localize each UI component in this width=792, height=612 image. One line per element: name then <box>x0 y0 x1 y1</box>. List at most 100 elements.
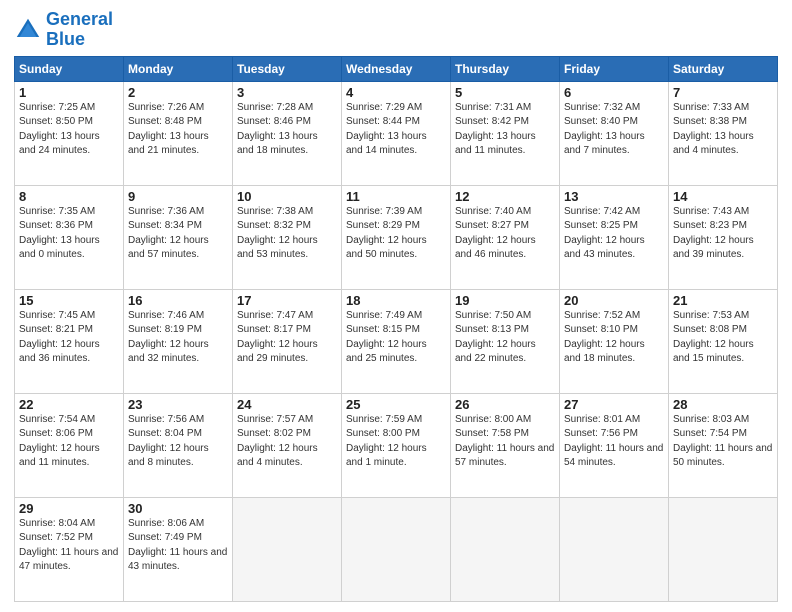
header-saturday: Saturday <box>669 56 778 81</box>
day-number: 7 <box>673 85 773 100</box>
logo-icon <box>14 16 42 44</box>
day-info: Sunrise: 7:38 AMSunset: 8:32 PMDaylight:… <box>237 205 337 263</box>
calendar-cell: 3 Sunrise: 7:28 AMSunset: 8:46 PMDayligh… <box>233 81 342 185</box>
calendar-cell: 9 Sunrise: 7:36 AMSunset: 8:34 PMDayligh… <box>124 185 233 289</box>
day-info: Sunrise: 7:50 AMSunset: 8:13 PMDaylight:… <box>455 309 555 367</box>
day-number: 2 <box>128 85 228 100</box>
day-info: Sunrise: 7:32 AMSunset: 8:40 PMDaylight:… <box>564 101 664 159</box>
day-info: Sunrise: 7:49 AMSunset: 8:15 PMDaylight:… <box>346 309 446 367</box>
day-number: 16 <box>128 293 228 308</box>
day-number: 30 <box>128 501 228 516</box>
calendar-cell: 30 Sunrise: 8:06 AMSunset: 7:49 PMDaylig… <box>124 497 233 601</box>
day-number: 27 <box>564 397 664 412</box>
day-info: Sunrise: 7:47 AMSunset: 8:17 PMDaylight:… <box>237 309 337 367</box>
day-info: Sunrise: 7:52 AMSunset: 8:10 PMDaylight:… <box>564 309 664 367</box>
day-info: Sunrise: 7:42 AMSunset: 8:25 PMDaylight:… <box>564 205 664 263</box>
logo: General Blue <box>14 10 113 50</box>
day-info: Sunrise: 7:28 AMSunset: 8:46 PMDaylight:… <box>237 101 337 159</box>
calendar-cell: 26 Sunrise: 8:00 AMSunset: 7:58 PMDaylig… <box>451 393 560 497</box>
calendar-table: SundayMondayTuesdayWednesdayThursdayFrid… <box>14 56 778 602</box>
header-monday: Monday <box>124 56 233 81</box>
calendar-cell: 27 Sunrise: 8:01 AMSunset: 7:56 PMDaylig… <box>560 393 669 497</box>
calendar-cell: 4 Sunrise: 7:29 AMSunset: 8:44 PMDayligh… <box>342 81 451 185</box>
day-info: Sunrise: 7:33 AMSunset: 8:38 PMDaylight:… <box>673 101 773 159</box>
day-info: Sunrise: 7:45 AMSunset: 8:21 PMDaylight:… <box>19 309 119 367</box>
calendar-cell: 25 Sunrise: 7:59 AMSunset: 8:00 PMDaylig… <box>342 393 451 497</box>
calendar-cell: 5 Sunrise: 7:31 AMSunset: 8:42 PMDayligh… <box>451 81 560 185</box>
day-info: Sunrise: 7:35 AMSunset: 8:36 PMDaylight:… <box>19 205 119 263</box>
calendar-cell: 11 Sunrise: 7:39 AMSunset: 8:29 PMDaylig… <box>342 185 451 289</box>
calendar-week-row: 8 Sunrise: 7:35 AMSunset: 8:36 PMDayligh… <box>15 185 778 289</box>
calendar-cell: 15 Sunrise: 7:45 AMSunset: 8:21 PMDaylig… <box>15 289 124 393</box>
day-info: Sunrise: 8:03 AMSunset: 7:54 PMDaylight:… <box>673 413 773 471</box>
logo-text: General Blue <box>46 10 113 50</box>
day-info: Sunrise: 7:54 AMSunset: 8:06 PMDaylight:… <box>19 413 119 471</box>
calendar-week-row: 29 Sunrise: 8:04 AMSunset: 7:52 PMDaylig… <box>15 497 778 601</box>
header: General Blue <box>14 10 778 50</box>
calendar-cell: 16 Sunrise: 7:46 AMSunset: 8:19 PMDaylig… <box>124 289 233 393</box>
day-number: 6 <box>564 85 664 100</box>
day-number: 19 <box>455 293 555 308</box>
calendar-cell: 12 Sunrise: 7:40 AMSunset: 8:27 PMDaylig… <box>451 185 560 289</box>
day-info: Sunrise: 8:04 AMSunset: 7:52 PMDaylight:… <box>19 517 119 575</box>
day-number: 4 <box>346 85 446 100</box>
calendar-cell: 19 Sunrise: 7:50 AMSunset: 8:13 PMDaylig… <box>451 289 560 393</box>
day-number: 20 <box>564 293 664 308</box>
day-number: 14 <box>673 189 773 204</box>
day-number: 12 <box>455 189 555 204</box>
day-info: Sunrise: 7:39 AMSunset: 8:29 PMDaylight:… <box>346 205 446 263</box>
day-number: 25 <box>346 397 446 412</box>
calendar-cell <box>669 497 778 601</box>
day-number: 9 <box>128 189 228 204</box>
calendar-cell: 28 Sunrise: 8:03 AMSunset: 7:54 PMDaylig… <box>669 393 778 497</box>
calendar-week-row: 22 Sunrise: 7:54 AMSunset: 8:06 PMDaylig… <box>15 393 778 497</box>
day-number: 1 <box>19 85 119 100</box>
day-number: 22 <box>19 397 119 412</box>
day-number: 29 <box>19 501 119 516</box>
calendar-cell: 13 Sunrise: 7:42 AMSunset: 8:25 PMDaylig… <box>560 185 669 289</box>
day-info: Sunrise: 7:25 AMSunset: 8:50 PMDaylight:… <box>19 101 119 159</box>
calendar-cell: 2 Sunrise: 7:26 AMSunset: 8:48 PMDayligh… <box>124 81 233 185</box>
day-number: 3 <box>237 85 337 100</box>
calendar-cell: 22 Sunrise: 7:54 AMSunset: 8:06 PMDaylig… <box>15 393 124 497</box>
day-number: 21 <box>673 293 773 308</box>
day-number: 26 <box>455 397 555 412</box>
day-info: Sunrise: 8:01 AMSunset: 7:56 PMDaylight:… <box>564 413 664 471</box>
day-number: 23 <box>128 397 228 412</box>
header-sunday: Sunday <box>15 56 124 81</box>
calendar-cell <box>233 497 342 601</box>
day-info: Sunrise: 7:57 AMSunset: 8:02 PMDaylight:… <box>237 413 337 471</box>
day-number: 28 <box>673 397 773 412</box>
day-number: 13 <box>564 189 664 204</box>
calendar-cell: 10 Sunrise: 7:38 AMSunset: 8:32 PMDaylig… <box>233 185 342 289</box>
day-info: Sunrise: 7:43 AMSunset: 8:23 PMDaylight:… <box>673 205 773 263</box>
calendar-cell: 8 Sunrise: 7:35 AMSunset: 8:36 PMDayligh… <box>15 185 124 289</box>
header-wednesday: Wednesday <box>342 56 451 81</box>
day-info: Sunrise: 7:40 AMSunset: 8:27 PMDaylight:… <box>455 205 555 263</box>
day-number: 8 <box>19 189 119 204</box>
day-info: Sunrise: 7:46 AMSunset: 8:19 PMDaylight:… <box>128 309 228 367</box>
calendar-cell: 18 Sunrise: 7:49 AMSunset: 8:15 PMDaylig… <box>342 289 451 393</box>
day-info: Sunrise: 8:06 AMSunset: 7:49 PMDaylight:… <box>128 517 228 575</box>
calendar-cell: 20 Sunrise: 7:52 AMSunset: 8:10 PMDaylig… <box>560 289 669 393</box>
day-info: Sunrise: 8:00 AMSunset: 7:58 PMDaylight:… <box>455 413 555 471</box>
day-number: 15 <box>19 293 119 308</box>
calendar-cell: 24 Sunrise: 7:57 AMSunset: 8:02 PMDaylig… <box>233 393 342 497</box>
calendar-week-row: 15 Sunrise: 7:45 AMSunset: 8:21 PMDaylig… <box>15 289 778 393</box>
day-info: Sunrise: 7:31 AMSunset: 8:42 PMDaylight:… <box>455 101 555 159</box>
calendar-cell: 29 Sunrise: 8:04 AMSunset: 7:52 PMDaylig… <box>15 497 124 601</box>
day-number: 10 <box>237 189 337 204</box>
calendar-cell: 21 Sunrise: 7:53 AMSunset: 8:08 PMDaylig… <box>669 289 778 393</box>
day-number: 17 <box>237 293 337 308</box>
calendar-cell: 7 Sunrise: 7:33 AMSunset: 8:38 PMDayligh… <box>669 81 778 185</box>
calendar-week-row: 1 Sunrise: 7:25 AMSunset: 8:50 PMDayligh… <box>15 81 778 185</box>
calendar-cell <box>451 497 560 601</box>
day-number: 24 <box>237 397 337 412</box>
calendar-cell: 23 Sunrise: 7:56 AMSunset: 8:04 PMDaylig… <box>124 393 233 497</box>
header-thursday: Thursday <box>451 56 560 81</box>
calendar-cell <box>342 497 451 601</box>
header-friday: Friday <box>560 56 669 81</box>
day-info: Sunrise: 7:56 AMSunset: 8:04 PMDaylight:… <box>128 413 228 471</box>
calendar-cell: 6 Sunrise: 7:32 AMSunset: 8:40 PMDayligh… <box>560 81 669 185</box>
day-info: Sunrise: 7:29 AMSunset: 8:44 PMDaylight:… <box>346 101 446 159</box>
